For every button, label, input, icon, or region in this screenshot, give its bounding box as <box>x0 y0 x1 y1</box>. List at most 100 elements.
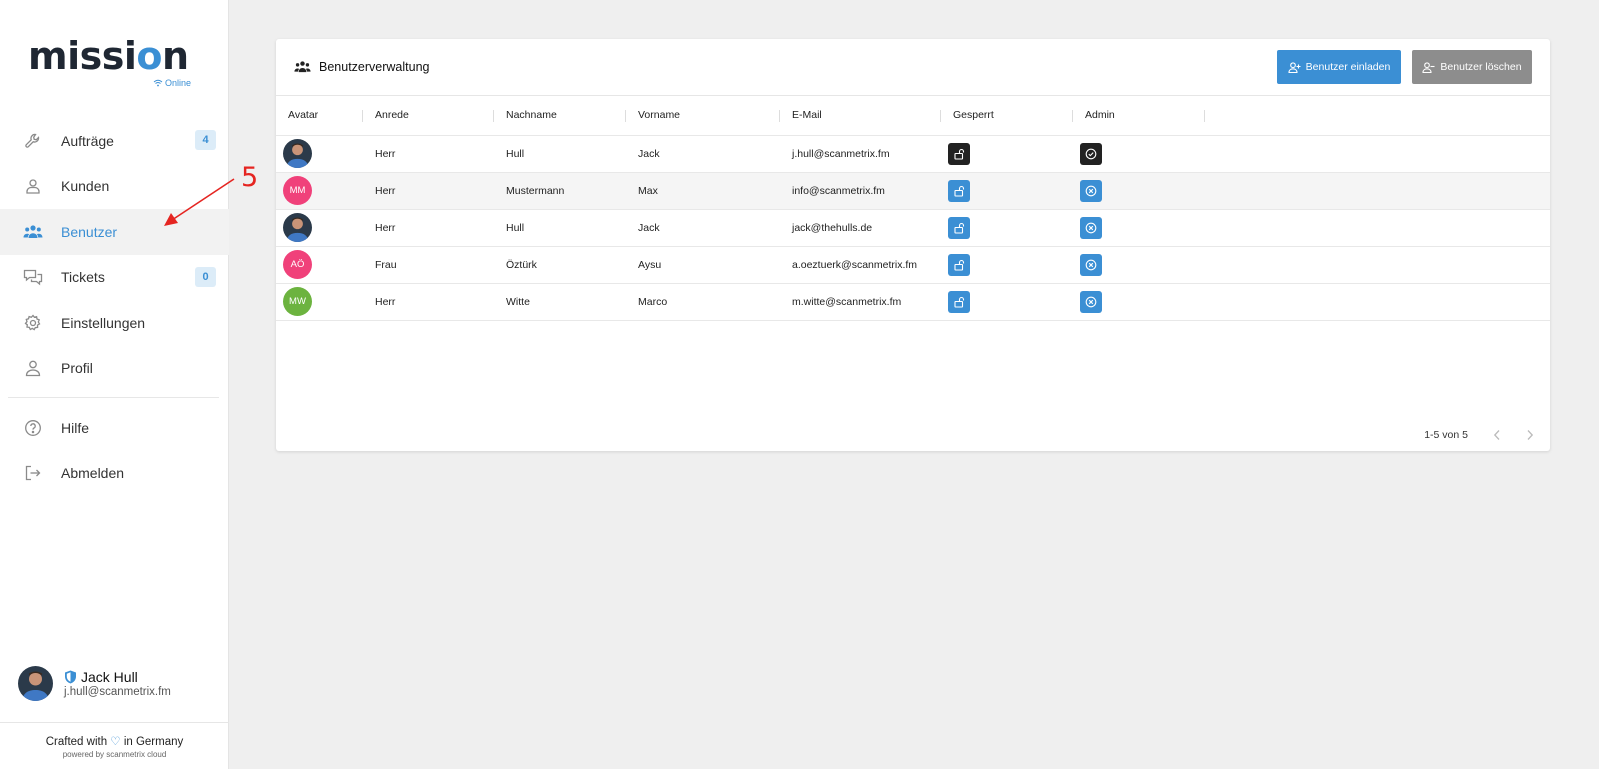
sidebar-item-abmelden[interactable]: Abmelden <box>0 451 229 497</box>
next-page-button[interactable] <box>1526 429 1534 441</box>
annotation-arrow <box>164 178 235 226</box>
users-icon <box>294 61 311 73</box>
cell-nachname: Hull <box>506 147 525 160</box>
cell-email: m.witte@scanmetrix.fm <box>792 295 902 308</box>
lock-toggle-button[interactable] <box>948 179 970 202</box>
column-header-nachname[interactable]: Nachname <box>494 96 626 135</box>
admin-toggle-button[interactable] <box>1080 290 1102 313</box>
sidebar-item-label: Benutzer <box>61 223 118 240</box>
x-circle-icon <box>1085 185 1097 196</box>
nav-divider <box>8 397 219 398</box>
sidebar-item-label: Profil <box>61 360 93 377</box>
column-header-anrede[interactable]: Anrede <box>363 96 494 135</box>
cell-vorname: Jack <box>638 221 660 234</box>
x-circle-icon <box>1085 296 1097 307</box>
column-header-email[interactable]: E-Mail <box>780 96 941 135</box>
cell-nachname: Witte <box>506 295 530 308</box>
admin-toggle-button[interactable] <box>1080 253 1102 276</box>
cell-email: jack@thehulls.de <box>792 221 873 234</box>
current-user-card[interactable]: Jack Hull j.hull@scanmetrix.fm <box>18 666 171 701</box>
admin-toggle-button[interactable] <box>1080 216 1102 239</box>
cell-vorname: Jack <box>638 147 660 160</box>
avatar: MM <box>283 176 312 205</box>
annotation-number: 5 <box>241 162 259 193</box>
wifi-icon <box>153 79 163 87</box>
sidebar-item-label: Abmelden <box>61 465 125 482</box>
count-badge: 4 <box>195 130 216 150</box>
add-user-icon <box>1288 61 1301 73</box>
sidebar-item-tickets[interactable]: Tickets 0 <box>0 255 229 301</box>
sidebar-item-hilfe[interactable]: Hilfe <box>0 405 229 451</box>
sidebar-item-profil[interactable]: Profil <box>0 346 229 392</box>
table-row[interactable]: Herr Hull Jack jack@thehulls.de <box>276 209 1550 246</box>
table-row[interactable]: MM Herr Mustermann Max info@scanmetrix.f… <box>276 172 1550 209</box>
x-circle-icon <box>1085 259 1097 270</box>
unlock-icon <box>954 296 965 308</box>
table-header-row: Avatar Anrede Nachname Vorname E-Mail Ge… <box>276 96 1550 135</box>
cell-anrede: Herr <box>375 147 396 160</box>
avatar: MW <box>283 287 312 316</box>
avatar: AÖ <box>283 250 312 279</box>
column-header-spacer <box>1205 96 1550 135</box>
table-row[interactable]: MW Herr Witte Marco m.witte@scanmetrix.f… <box>276 283 1550 320</box>
chevron-right-icon <box>1527 430 1534 440</box>
pagination: 1-5 von 5 <box>1424 429 1534 441</box>
column-header-gesperrt[interactable]: Gesperrt <box>941 96 1073 135</box>
lock-toggle-button[interactable] <box>948 142 970 165</box>
cell-vorname: Aysu <box>638 258 662 271</box>
sidebar-item-einstellungen[interactable]: Einstellungen <box>0 300 229 346</box>
unlock-icon <box>954 185 965 197</box>
cell-nachname: Mustermann <box>506 184 565 197</box>
powered-by-text: powered by scanmetrix cloud <box>62 750 167 759</box>
panel-title: Benutzerverwaltung <box>319 60 430 74</box>
unlock-icon <box>954 148 965 160</box>
customer-icon <box>22 175 44 197</box>
crafted-text: Crafted with ♡ in Germany <box>45 736 184 748</box>
column-header-admin[interactable]: Admin <box>1073 96 1205 135</box>
sidebar-item-auftraege[interactable]: Aufträge 4 <box>0 118 229 164</box>
prev-page-button[interactable] <box>1493 429 1501 441</box>
user-email: j.hull@scanmetrix.fm <box>64 686 171 698</box>
online-status: Online <box>153 78 191 88</box>
avatar <box>283 139 312 168</box>
cell-anrede: Herr <box>375 221 396 234</box>
app-logo[interactable]: mission Online <box>28 34 191 88</box>
admin-toggle-button[interactable] <box>1080 142 1102 165</box>
unlock-icon <box>954 259 965 271</box>
cell-email: a.oeztuerk@scanmetrix.fm <box>792 258 918 271</box>
delete-user-button[interactable]: Benutzer löschen <box>1412 50 1532 84</box>
column-header-vorname[interactable]: Vorname <box>626 96 780 135</box>
user-management-panel: Benutzerverwaltung Benutzer einladen Ben… <box>276 39 1550 451</box>
table-row[interactable]: AÖ Frau Öztürk Aysu a.oeztuerk@scanmetri… <box>276 246 1550 283</box>
lock-toggle-button[interactable] <box>948 253 970 276</box>
help-icon <box>22 417 44 439</box>
count-badge: 0 <box>195 266 216 287</box>
check-circle-icon <box>1085 148 1097 159</box>
chat-icon <box>22 266 44 288</box>
logo-wordmark: mission <box>28 34 189 78</box>
lock-toggle-button[interactable] <box>948 290 970 313</box>
pagination-label: 1-5 von 5 <box>1424 429 1468 441</box>
shield-icon <box>65 670 76 684</box>
lock-toggle-button[interactable] <box>948 216 970 239</box>
invite-user-button[interactable]: Benutzer einladen <box>1277 50 1401 84</box>
cell-vorname: Max <box>638 184 658 197</box>
chevron-left-icon <box>1493 430 1500 440</box>
cell-vorname: Marco <box>638 295 668 308</box>
sidebar-item-label: Hilfe <box>61 419 90 436</box>
cell-nachname: Hull <box>506 221 525 234</box>
sidebar-item-label: Tickets <box>61 269 105 286</box>
sidebar-item-label: Aufträge <box>61 132 114 149</box>
column-header-avatar[interactable]: Avatar <box>276 96 363 135</box>
heart-icon: ♡ <box>110 736 121 748</box>
admin-toggle-button[interactable] <box>1080 179 1102 202</box>
table-row[interactable]: Herr Hull Jack j.hull@scanmetrix.fm <box>276 135 1550 172</box>
sidebar-footer: Crafted with ♡ in Germany powered by sca… <box>0 722 229 759</box>
sidebar-item-label: Kunden <box>61 178 110 195</box>
panel-header: Benutzerverwaltung Benutzer einladen Ben… <box>276 39 1550 96</box>
sidebar: mission Online Aufträge 4 Kunden Benutze… <box>0 0 229 769</box>
users-table: Avatar Anrede Nachname Vorname E-Mail Ge… <box>276 96 1550 321</box>
users-icon <box>22 221 44 243</box>
avatar <box>283 213 312 242</box>
unlock-icon <box>954 222 965 234</box>
